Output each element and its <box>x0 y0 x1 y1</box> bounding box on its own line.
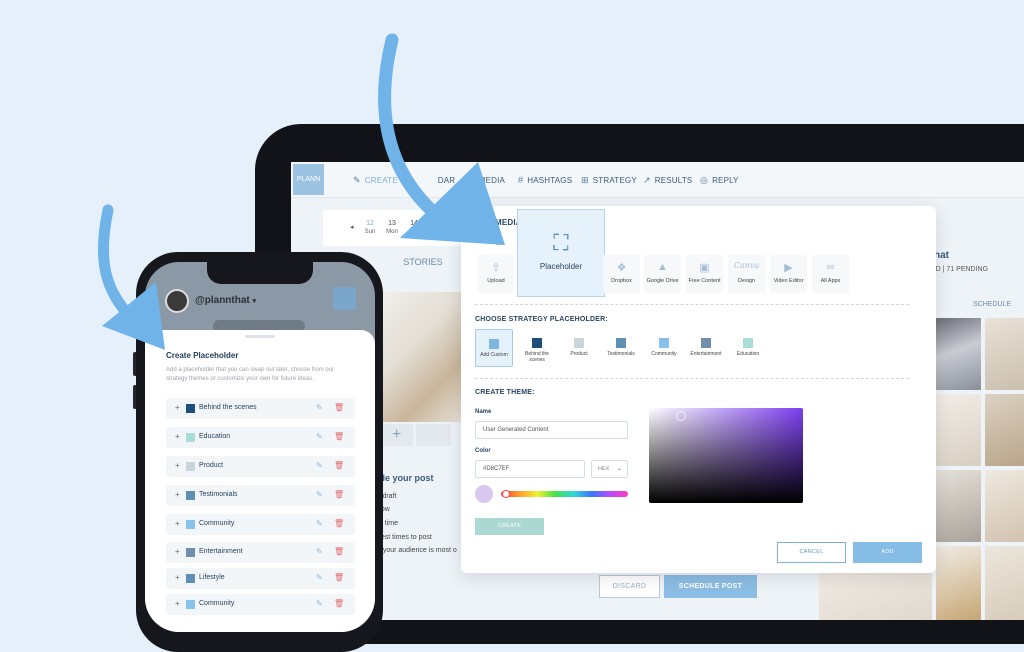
pointer-arrows-icon <box>97 33 505 350</box>
